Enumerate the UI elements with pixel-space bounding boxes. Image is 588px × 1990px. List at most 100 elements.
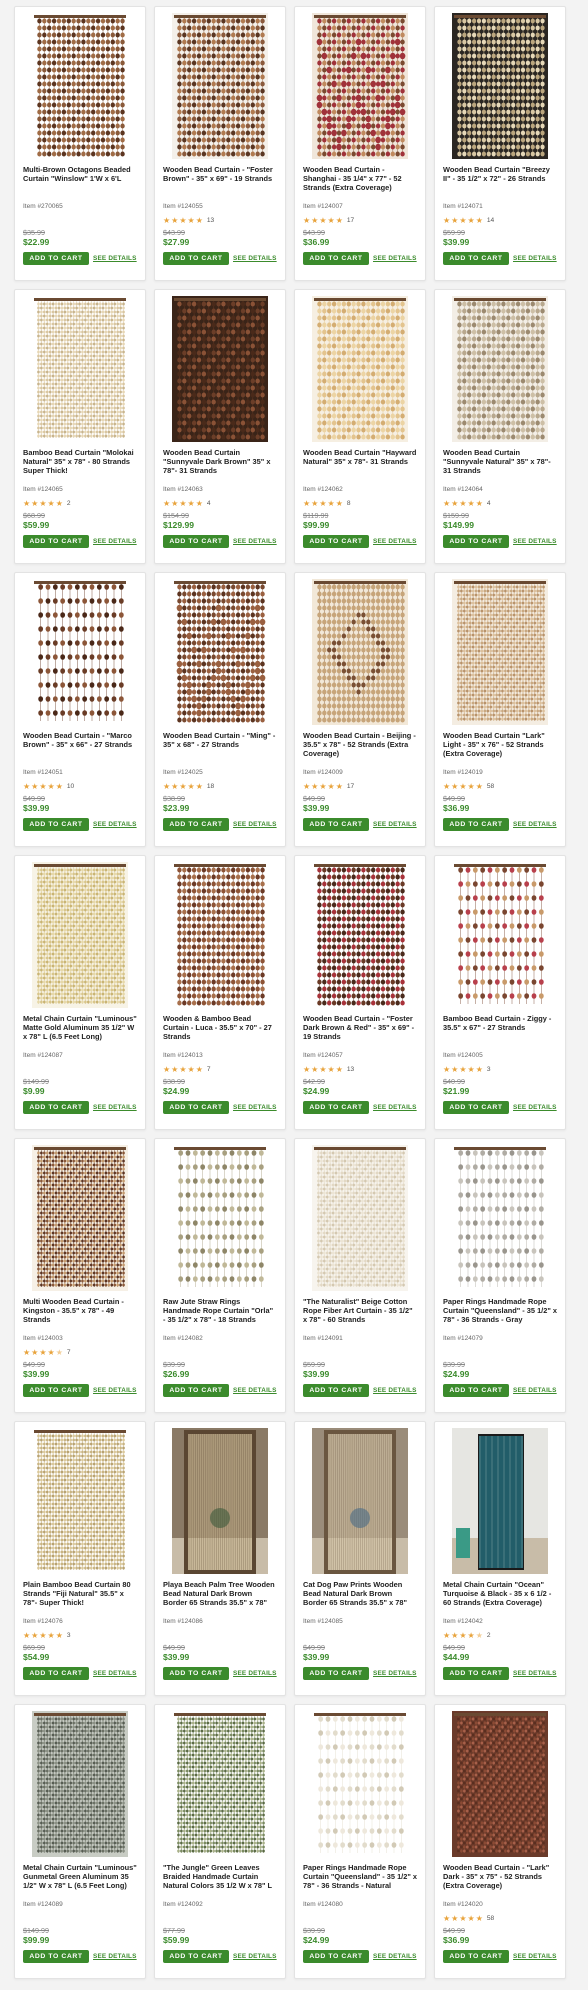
product-image[interactable] [312, 296, 408, 442]
see-details-link[interactable]: SEE DETAILS [233, 538, 277, 545]
product-image[interactable] [452, 862, 548, 1008]
product-title[interactable]: Playa Beach Palm Tree Wooden Bead Natura… [163, 1580, 277, 1616]
product-title[interactable]: Raw Jute Straw Rings Handmade Rope Curta… [163, 1297, 277, 1333]
see-details-link[interactable]: SEE DETAILS [513, 1670, 557, 1677]
add-to-cart-button[interactable]: ADD TO CART [303, 535, 369, 548]
product-image[interactable] [32, 579, 128, 725]
product-title[interactable]: Paper Rings Handmade Rope Curtain "Queen… [443, 1297, 557, 1333]
product-image[interactable] [312, 1711, 408, 1857]
add-to-cart-button[interactable]: ADD TO CART [23, 818, 89, 831]
product-image[interactable] [172, 579, 268, 725]
see-details-link[interactable]: SEE DETAILS [373, 255, 417, 262]
product-title[interactable]: Wooden Bead Curtain - "Ming" - 35" x 68"… [163, 731, 277, 767]
product-image[interactable] [172, 1428, 268, 1574]
product-title[interactable]: Paper Rings Handmade Rope Curtain "Queen… [303, 1863, 417, 1899]
see-details-link[interactable]: SEE DETAILS [93, 538, 137, 545]
product-image[interactable] [32, 1145, 128, 1291]
see-details-link[interactable]: SEE DETAILS [93, 1953, 137, 1960]
see-details-link[interactable]: SEE DETAILS [233, 255, 277, 262]
see-details-link[interactable]: SEE DETAILS [233, 1670, 277, 1677]
product-title[interactable]: Wooden Bead Curtain "Lark" Light - 35" x… [443, 731, 557, 767]
see-details-link[interactable]: SEE DETAILS [233, 1104, 277, 1111]
product-image[interactable] [32, 862, 128, 1008]
product-title[interactable]: Wooden Bead Curtain - "Lark" Dark - 35" … [443, 1863, 557, 1899]
product-image[interactable] [172, 296, 268, 442]
see-details-link[interactable]: SEE DETAILS [373, 821, 417, 828]
product-title[interactable]: "The Naturalist" Beige Cotton Rope Fiber… [303, 1297, 417, 1333]
product-image[interactable] [312, 13, 408, 159]
add-to-cart-button[interactable]: ADD TO CART [303, 1384, 369, 1397]
see-details-link[interactable]: SEE DETAILS [93, 1104, 137, 1111]
add-to-cart-button[interactable]: ADD TO CART [303, 1667, 369, 1680]
product-title[interactable]: Wooden Bead Curtain - Beijing - 35.5" x … [303, 731, 417, 767]
add-to-cart-button[interactable]: ADD TO CART [303, 1101, 369, 1114]
add-to-cart-button[interactable]: ADD TO CART [303, 818, 369, 831]
see-details-link[interactable]: SEE DETAILS [373, 1670, 417, 1677]
see-details-link[interactable]: SEE DETAILS [93, 1670, 137, 1677]
product-title[interactable]: Multi Wooden Bead Curtain - Kingston - 3… [23, 1297, 137, 1333]
see-details-link[interactable]: SEE DETAILS [373, 1953, 417, 1960]
add-to-cart-button[interactable]: ADD TO CART [303, 1950, 369, 1963]
add-to-cart-button[interactable]: ADD TO CART [163, 1384, 229, 1397]
product-image[interactable] [32, 1711, 128, 1857]
add-to-cart-button[interactable]: ADD TO CART [443, 535, 509, 548]
product-image[interactable] [172, 1711, 268, 1857]
add-to-cart-button[interactable]: ADD TO CART [443, 252, 509, 265]
product-image[interactable] [452, 1145, 548, 1291]
add-to-cart-button[interactable]: ADD TO CART [163, 1101, 229, 1114]
add-to-cart-button[interactable]: ADD TO CART [23, 1384, 89, 1397]
product-title[interactable]: Metal Chain Curtain "Luminous" Matte Gol… [23, 1014, 137, 1050]
product-image[interactable] [172, 13, 268, 159]
see-details-link[interactable]: SEE DETAILS [513, 821, 557, 828]
product-image[interactable] [452, 579, 548, 725]
add-to-cart-button[interactable]: ADD TO CART [163, 535, 229, 548]
product-title[interactable]: Metal Chain Curtain "Luminous" Gunmetal … [23, 1863, 137, 1899]
see-details-link[interactable]: SEE DETAILS [513, 538, 557, 545]
product-title[interactable]: Wooden Bead Curtain - "Marco Brown" - 35… [23, 731, 137, 767]
product-image[interactable] [452, 1428, 548, 1574]
see-details-link[interactable]: SEE DETAILS [93, 255, 137, 262]
see-details-link[interactable]: SEE DETAILS [373, 1387, 417, 1394]
add-to-cart-button[interactable]: ADD TO CART [303, 252, 369, 265]
see-details-link[interactable]: SEE DETAILS [373, 1104, 417, 1111]
add-to-cart-button[interactable]: ADD TO CART [443, 1101, 509, 1114]
product-title[interactable]: "The Jungle" Green Leaves Braided Handma… [163, 1863, 277, 1899]
see-details-link[interactable]: SEE DETAILS [513, 1104, 557, 1111]
product-image[interactable] [312, 1145, 408, 1291]
see-details-link[interactable]: SEE DETAILS [513, 255, 557, 262]
add-to-cart-button[interactable]: ADD TO CART [23, 252, 89, 265]
product-image[interactable] [172, 1145, 268, 1291]
add-to-cart-button[interactable]: ADD TO CART [163, 818, 229, 831]
product-image[interactable] [172, 862, 268, 1008]
product-image[interactable] [32, 1428, 128, 1574]
add-to-cart-button[interactable]: ADD TO CART [443, 818, 509, 831]
product-image[interactable] [32, 296, 128, 442]
add-to-cart-button[interactable]: ADD TO CART [443, 1950, 509, 1963]
see-details-link[interactable]: SEE DETAILS [233, 1953, 277, 1960]
see-details-link[interactable]: SEE DETAILS [513, 1387, 557, 1394]
product-title[interactable]: Multi-Brown Octagons Beaded Curtain "Win… [23, 165, 137, 201]
product-image[interactable] [312, 862, 408, 1008]
product-title[interactable]: Wooden Bead Curtain "Breezy II" - 35 1/2… [443, 165, 557, 201]
see-details-link[interactable]: SEE DETAILS [93, 1387, 137, 1394]
product-title[interactable]: Bamboo Bead Curtain "Molokai Natural" 35… [23, 448, 137, 484]
product-title[interactable]: Wooden Bead Curtain - Shanghai - 35 1/4"… [303, 165, 417, 201]
product-image[interactable] [452, 296, 548, 442]
add-to-cart-button[interactable]: ADD TO CART [23, 1667, 89, 1680]
add-to-cart-button[interactable]: ADD TO CART [443, 1384, 509, 1397]
add-to-cart-button[interactable]: ADD TO CART [23, 1101, 89, 1114]
product-image[interactable] [452, 1711, 548, 1857]
add-to-cart-button[interactable]: ADD TO CART [23, 535, 89, 548]
add-to-cart-button[interactable]: ADD TO CART [163, 1950, 229, 1963]
add-to-cart-button[interactable]: ADD TO CART [443, 1667, 509, 1680]
product-title[interactable]: Metal Chain Curtain "Ocean" Turquoise & … [443, 1580, 557, 1616]
product-title[interactable]: Plain Bamboo Bead Curtain 80 Strands "Fi… [23, 1580, 137, 1616]
add-to-cart-button[interactable]: ADD TO CART [23, 1950, 89, 1963]
product-title[interactable]: Wooden & Bamboo Bead Curtain - Luca - 35… [163, 1014, 277, 1050]
see-details-link[interactable]: SEE DETAILS [373, 538, 417, 545]
product-title[interactable]: Wooden Bead Curtain - "Foster Brown" - 3… [163, 165, 277, 201]
product-image[interactable] [312, 1428, 408, 1574]
see-details-link[interactable]: SEE DETAILS [233, 1387, 277, 1394]
see-details-link[interactable]: SEE DETAILS [93, 821, 137, 828]
add-to-cart-button[interactable]: ADD TO CART [163, 1667, 229, 1680]
